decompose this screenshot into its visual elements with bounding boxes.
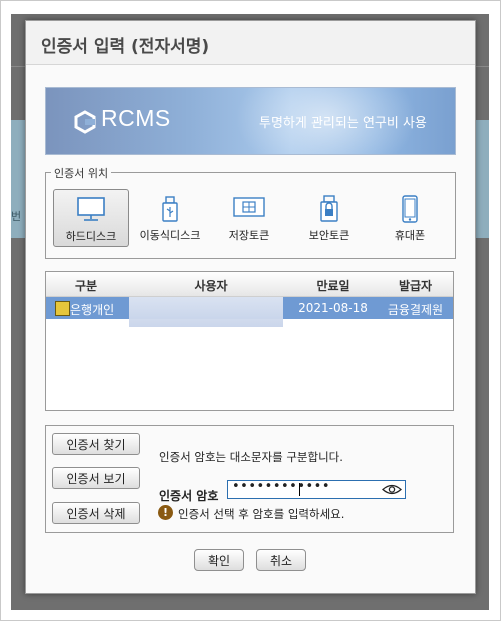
- location-label: 저장토큰: [228, 229, 270, 242]
- location-storage-token[interactable]: 저장토큰: [212, 189, 286, 245]
- rcms-logo-icon: [74, 110, 96, 134]
- location-label: 보안토큰: [308, 229, 350, 242]
- column-header-expiry[interactable]: 만료일: [291, 277, 375, 294]
- location-phone[interactable]: 휴대폰: [373, 189, 447, 245]
- column-header-issuer[interactable]: 발급자: [378, 277, 453, 294]
- phone-icon: [402, 195, 418, 223]
- text-caret: [299, 483, 300, 496]
- banner-slogan: 투명하게 관리되는 연구비 사용: [259, 116, 427, 131]
- warning-icon: !: [158, 505, 173, 520]
- ok-button[interactable]: 확인: [194, 549, 244, 571]
- usb-icon: [162, 196, 178, 222]
- find-certificate-button[interactable]: 인증서 찾기: [52, 433, 140, 455]
- password-masked-value: ••••••••••••: [232, 479, 331, 494]
- monitor-icon: [77, 197, 105, 221]
- column-header-category[interactable]: 구분: [46, 277, 126, 294]
- chip-card-icon: [233, 197, 265, 217]
- location-security-token[interactable]: 보안토큰: [292, 189, 366, 245]
- background-panel-right: [475, 120, 489, 238]
- password-case-notice: 인증서 암호는 대소문자를 구분합니다.: [159, 450, 343, 464]
- dialog-title: 인증서 입력 (전자서명): [41, 37, 210, 57]
- password-warning: 인증서 선택 후 암호를 입력하세요.: [178, 507, 345, 521]
- background-label-fragment: 번: [11, 210, 22, 223]
- rcms-logo-text: RCMS: [101, 105, 171, 131]
- location-legend: 인증서 위치: [51, 165, 112, 181]
- password-label: 인증서 암호: [159, 489, 219, 503]
- cancel-button[interactable]: 취소: [256, 549, 306, 571]
- location-harddisk[interactable]: 하드디스크: [53, 189, 129, 247]
- table-row[interactable]: 은행개인 2021-08-18 금융결제원: [46, 297, 453, 327]
- location-removable-disk[interactable]: 이동식디스크: [133, 189, 207, 245]
- certificate-icon: [55, 301, 70, 316]
- certificate-table: 구분 사용자 만료일 발급자 은행개인 2021-08-18 금융결제원: [45, 271, 454, 411]
- location-label: 휴대폰: [394, 229, 426, 242]
- certificate-dialog: 인증서 입력 (전자서명) RCMS 투명하게 관리되는 연구비 사용 인증서 …: [25, 20, 476, 594]
- view-certificate-button[interactable]: 인증서 보기: [52, 467, 140, 489]
- column-header-user[interactable]: 사용자: [136, 277, 286, 294]
- password-input[interactable]: ••••••••••••: [227, 479, 406, 499]
- security-token-icon: [320, 195, 338, 222]
- cell-category: 은행개인: [70, 303, 115, 317]
- location-label: 이동식디스크: [139, 229, 201, 242]
- delete-certificate-button[interactable]: 인증서 삭제: [52, 502, 140, 524]
- dialog-title-bar: 인증서 입력 (전자서명): [26, 21, 475, 65]
- rcms-banner: RCMS 투명하게 관리되는 연구비 사용: [45, 87, 456, 155]
- eye-icon[interactable]: [382, 483, 402, 496]
- location-label: 하드디스크: [65, 230, 117, 243]
- table-header: 구분 사용자 만료일 발급자: [46, 272, 453, 297]
- cell-user-redacted: [129, 297, 283, 327]
- cell-issuer: 금융결제원: [387, 303, 444, 317]
- cell-expiry: 2021-08-18: [298, 301, 368, 315]
